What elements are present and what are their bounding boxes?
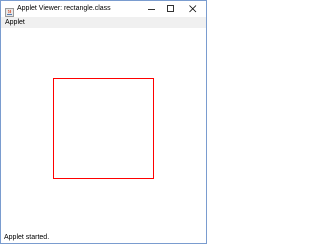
menu-bar: Applet xyxy=(1,17,206,28)
drawn-rectangle xyxy=(53,78,154,179)
window-title: Applet Viewer: rectangle.class xyxy=(17,5,111,12)
applet-canvas xyxy=(1,28,206,233)
maximize-button[interactable] xyxy=(159,1,183,17)
applet-viewer-window: Applet Viewer: rectangle.class Applet Ap… xyxy=(0,0,207,244)
menu-applet[interactable]: Applet xyxy=(5,17,25,28)
title-bar[interactable]: Applet Viewer: rectangle.class xyxy=(1,1,206,17)
status-bar: Applet started. xyxy=(1,233,206,243)
close-button[interactable] xyxy=(181,1,205,17)
close-icon xyxy=(189,5,197,13)
maximize-icon xyxy=(167,5,175,13)
status-text: Applet started. xyxy=(4,234,50,241)
java-icon xyxy=(5,4,14,17)
minimize-icon xyxy=(148,5,156,13)
